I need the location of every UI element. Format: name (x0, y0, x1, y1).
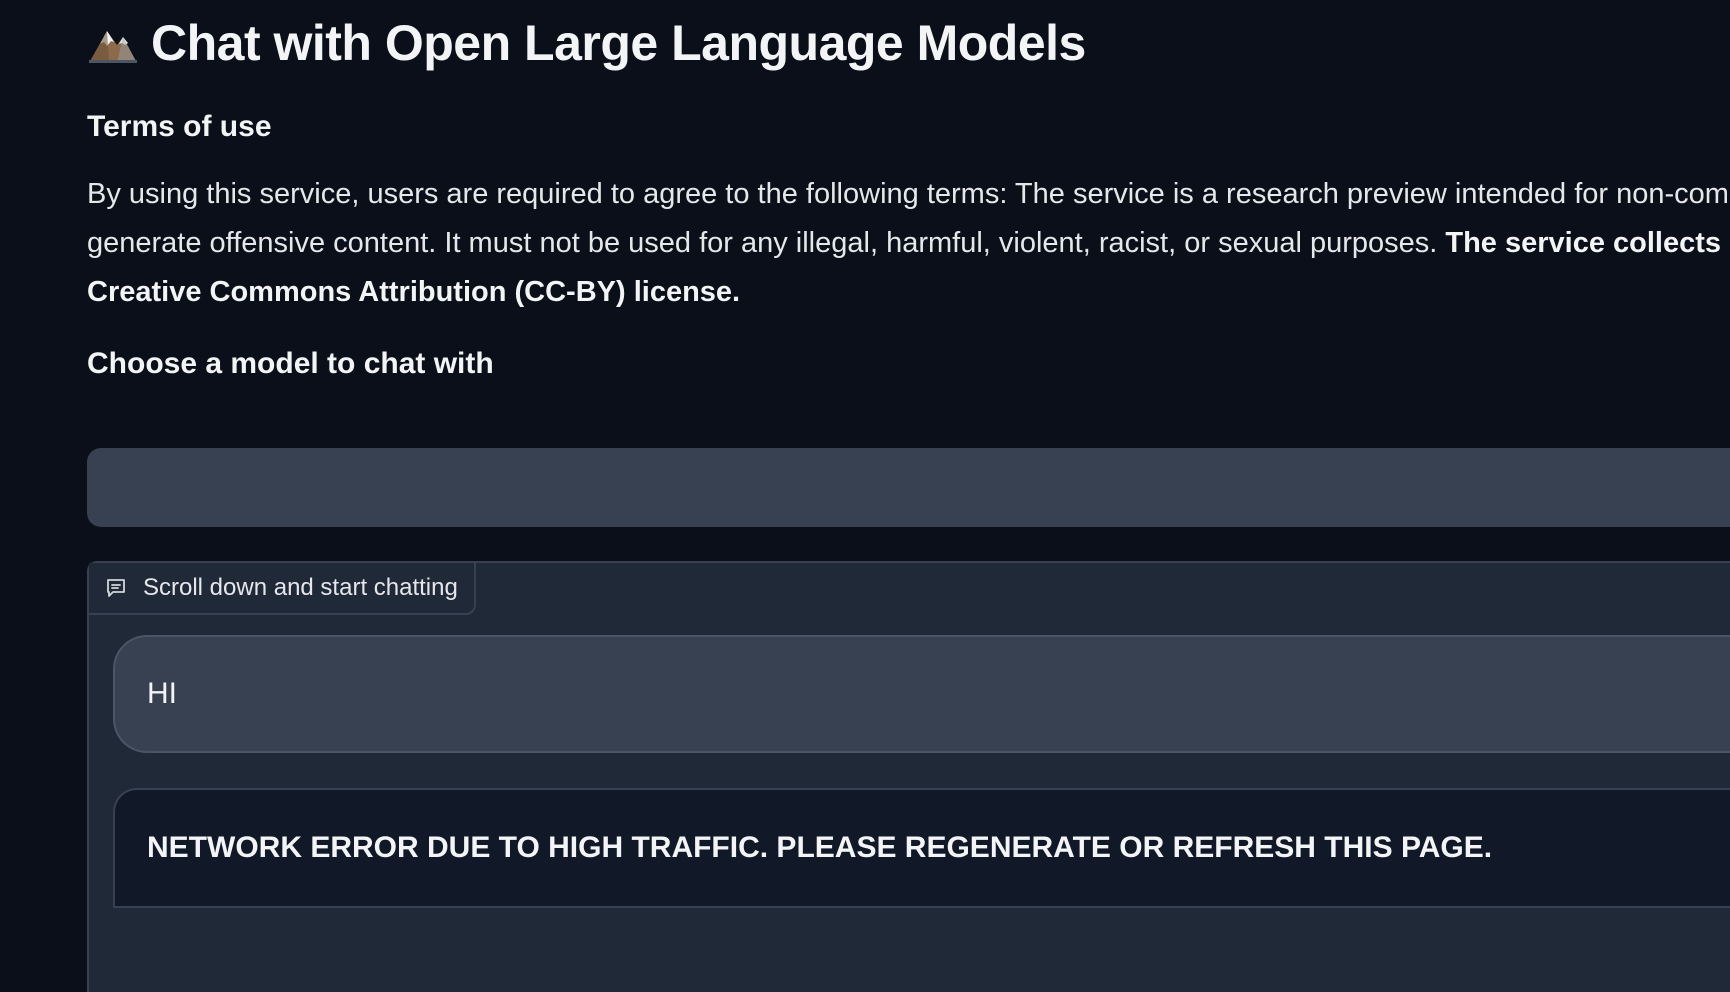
terms-text: By using this service, users are require… (87, 170, 1730, 317)
bot-message: NETWORK ERROR DUE TO HIGH TRAFFIC. PLEAS… (113, 788, 1730, 908)
terms-line-2-bold: The service collects user (1445, 227, 1730, 259)
chatbot-label: Scroll down and start chatting (89, 563, 476, 615)
terms-line-3: Creative Commons Attribution (CC-BY) lic… (87, 268, 1730, 317)
page: Chat with Open Large Language Models Ter… (0, 0, 1730, 992)
bot-message-text: NETWORK ERROR DUE TO HIGH TRAFFIC. PLEAS… (147, 831, 1493, 864)
user-message: HI (113, 635, 1730, 753)
terms-license: Creative Commons Attribution (CC-BY) lic… (87, 276, 741, 308)
user-message-text: HI (147, 677, 177, 710)
terms-line-2: generate offensive content. It must not … (87, 219, 1730, 268)
terms-heading: Terms of use (87, 110, 272, 143)
page-header: Chat with Open Large Language Models (87, 14, 1086, 72)
chatbot-label-text: Scroll down and start chatting (143, 574, 458, 601)
model-picker-heading: Choose a model to chat with (87, 347, 494, 380)
chatbot-panel[interactable]: Scroll down and start chatting HI NETWOR… (87, 561, 1730, 992)
terms-line-2-normal: generate offensive content. It must not … (87, 227, 1446, 259)
page-title: Chat with Open Large Language Models (151, 15, 1086, 71)
chat-bubble-icon (105, 577, 127, 599)
terms-line-1: By using this service, users are require… (87, 178, 1730, 210)
mountain-icon (87, 21, 139, 65)
model-select-dropdown[interactable] (87, 448, 1730, 527)
